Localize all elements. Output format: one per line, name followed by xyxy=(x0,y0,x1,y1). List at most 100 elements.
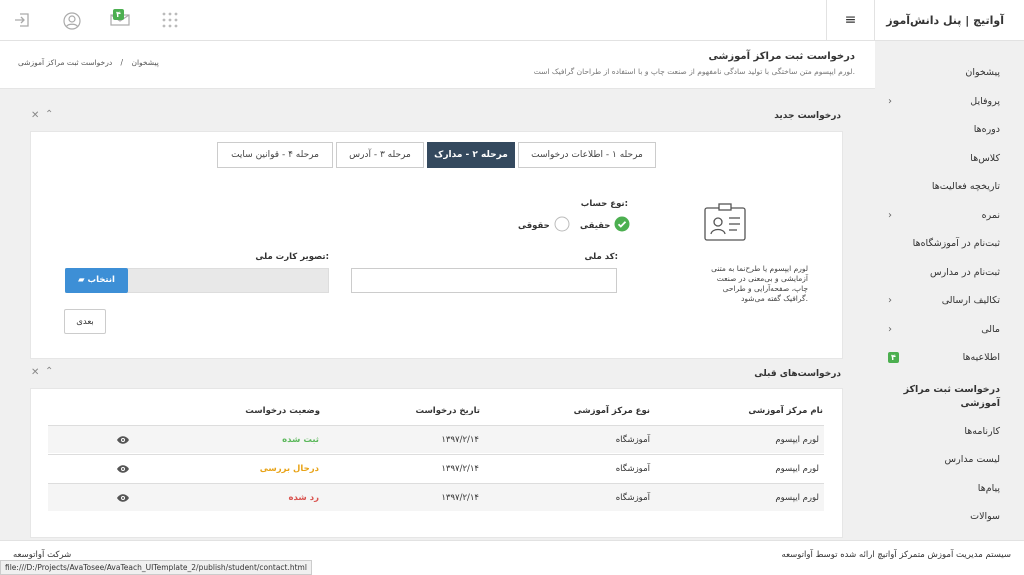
cell-date: ۱۳۹۷/۲/۱۴ xyxy=(441,493,479,503)
chevron-right-icon: › xyxy=(888,209,892,221)
sidebar-item[interactable]: تکالیف ارسالی › xyxy=(874,287,1024,316)
choose-file-button[interactable]: ▰ انتخاب xyxy=(65,268,128,293)
cell-status: رد شده xyxy=(288,493,319,503)
menu-toggle-button[interactable]: ≡ xyxy=(826,0,874,41)
sidebar-item-label: پیام‌ها xyxy=(977,482,1000,494)
cell-date: ۱۳۹۷/۲/۱۴ xyxy=(441,464,479,474)
sidebar-item[interactable]: اطلاعیه‌ها ۴ xyxy=(874,344,1024,373)
table-row: لورم ایپسوم آموزشگاه ۱۳۹۷/۲/۱۴ ثبت شده xyxy=(48,425,824,453)
new-request-title: درخواست جدید xyxy=(774,111,841,121)
choose-file-label: انتخاب xyxy=(87,275,115,285)
cell-status: ثبت شده xyxy=(282,435,319,445)
sidebar-item-label: اطلاعیه‌ها xyxy=(962,352,1000,363)
view-eye-icon[interactable] xyxy=(116,426,130,454)
notification-badge: ۴ xyxy=(888,352,899,363)
breadcrumb-home[interactable]: پیشخوان xyxy=(131,58,158,67)
radio-legal[interactable]: حقوقی xyxy=(518,216,570,235)
top-bar: ۴ ≡ آواتیچ | پنل دانش‌آموز xyxy=(0,0,1024,41)
step-tab-1[interactable]: مرحله ۱ - اطلاعات درخواست xyxy=(518,142,656,168)
sidebar-item[interactable]: ثبت‌نام در مدارس xyxy=(874,259,1024,288)
sidebar-item[interactable]: دوره‌ها xyxy=(874,116,1024,145)
sidebar-item-label: مالی xyxy=(981,323,1000,335)
national-code-label: کد ملی: xyxy=(584,252,618,262)
table-row: لورم ایپسوم آموزشگاه ۱۳۹۷/۲/۱۴ درحال بررسی xyxy=(48,454,824,482)
user-icon[interactable] xyxy=(63,12,81,30)
cell-type: آموزشگاه xyxy=(615,493,650,503)
sidebar-item-label: تکالیف ارسالی xyxy=(941,295,1000,306)
col-header-status: وضعیت درخواست xyxy=(245,406,320,416)
sidebar-item[interactable]: کلاس‌ها xyxy=(874,145,1024,174)
cell-name: لورم ایپسوم xyxy=(775,493,819,503)
col-header-date: تاریخ درخواست xyxy=(415,406,480,416)
sidebar-item-label: نمره xyxy=(981,209,1000,221)
account-type-label: نوع حساب: xyxy=(580,199,628,209)
radio-empty-icon xyxy=(554,216,570,235)
col-header-type: نوع مرکز آموزشی xyxy=(573,406,650,416)
sidebar-item-label: دوره‌ها xyxy=(973,124,1000,135)
step-tab-3[interactable]: مرحله ۳ - آدرس xyxy=(336,142,424,168)
sidebar-item[interactable]: سوالات xyxy=(874,503,1024,532)
sidebar-item[interactable]: نمره › xyxy=(874,202,1024,231)
sidebar-item-label: کارنامه‌ها xyxy=(964,425,1000,437)
sidebar-item-label: ثبت‌نام در آموزشگاه‌ها xyxy=(912,238,1000,249)
cell-type: آموزشگاه xyxy=(615,435,650,445)
cell-status: درحال بررسی xyxy=(259,464,319,474)
sidebar: پیشخوان پروفایل › دوره‌ها کلاس‌ها تاریخچه فعا… xyxy=(874,41,1024,551)
chevron-up-icon[interactable]: ⌃ xyxy=(45,109,53,120)
sidebar-item[interactable]: کارنامه‌ها xyxy=(874,418,1024,447)
view-eye-icon[interactable] xyxy=(116,484,130,512)
sidebar-item-label: تاریخچه فعالیت‌ها xyxy=(931,181,1000,192)
next-button[interactable]: بعدی xyxy=(64,309,106,334)
sidebar-item[interactable]: لیست مدارس xyxy=(874,446,1024,475)
sidebar-item[interactable]: تاریخچه فعالیت‌ها xyxy=(874,173,1024,202)
chevron-right-icon: › xyxy=(888,323,892,335)
sidebar-item-label: لیست مدارس xyxy=(944,454,1000,465)
step-tab-4[interactable]: مرحله ۴ - قوانین سایت xyxy=(217,142,333,168)
breadcrumb-current: درخواست ثبت مراکز آموزشی xyxy=(18,58,113,67)
sidebar-item[interactable]: مالی › xyxy=(874,316,1024,345)
sidebar-item-label: ثبت‌نام در مدارس xyxy=(929,266,1000,278)
national-code-input[interactable] xyxy=(351,268,617,293)
id-card-label: تصویر کارت ملی: xyxy=(255,252,329,262)
table-row: لورم ایپسوم آموزشگاه ۱۳۹۷/۲/۱۴ رد شده xyxy=(48,483,824,511)
page-title: درخواست ثبت مراکز آموزشی xyxy=(708,51,855,62)
status-bar-url: file:///D:/Projects/AvaTosee/AvaTeach_UI… xyxy=(0,560,312,575)
sidebar-item-label: درخواست ثبت مراکز آموزشی xyxy=(903,383,1000,409)
sidebar-item-label: پروفایل xyxy=(970,95,1000,107)
col-header-name: نام مرکز آموزشی xyxy=(748,406,823,416)
chevron-up-icon[interactable]: ⌃ xyxy=(45,366,53,377)
close-icon[interactable]: ✕ xyxy=(31,367,39,378)
cell-date: ۱۳۹۷/۲/۱۴ xyxy=(441,435,479,445)
breadcrumb: پیشخوان / درخواست ثبت مراکز آموزشی xyxy=(18,58,159,67)
sidebar-item[interactable]: پیام‌ها xyxy=(874,475,1024,504)
apps-grid-icon[interactable] xyxy=(162,12,180,30)
folder-open-icon: ▰ xyxy=(78,275,85,285)
cell-type: آموزشگاه xyxy=(615,464,650,474)
radio-real[interactable]: حقیقی xyxy=(580,216,630,235)
hamburger-icon: ≡ xyxy=(844,12,857,28)
info-text: لورم ایپسوم یا طرح‌نما به متنی آزمایشی و… xyxy=(711,264,808,303)
page-subtitle: لورم ایپسوم متن ساختگی با تولید سادگی نا… xyxy=(533,67,855,76)
radio-legal-label: حقوقی xyxy=(518,220,550,231)
footer-credit: سیستم مدیریت آموزش متمرکز آواتیچ ارائه ش… xyxy=(781,550,1011,560)
app-brand: آواتیچ | پنل دانش‌آموز xyxy=(874,0,1024,41)
cell-name: لورم ایپسوم xyxy=(775,435,819,445)
step-tab-2[interactable]: مرحله ۲ - مدارک xyxy=(427,142,515,168)
chevron-right-icon: › xyxy=(888,95,892,107)
sidebar-item-label: پیشخوان xyxy=(965,67,1000,78)
sidebar-item[interactable]: پروفایل › xyxy=(874,88,1024,117)
breadcrumb-separator: / xyxy=(120,58,124,67)
page-header: درخواست ثبت مراکز آموزشی لورم ایپسوم متن… xyxy=(0,41,875,89)
sidebar-item[interactable]: درخواست ثبت مراکز آموزشی xyxy=(874,373,1024,418)
sidebar-item[interactable]: پیشخوان xyxy=(874,59,1024,88)
check-circle-icon xyxy=(614,216,630,235)
logout-icon[interactable] xyxy=(14,12,32,30)
message-badge: ۴ xyxy=(113,9,124,20)
cell-name: لورم ایپسوم xyxy=(775,464,819,474)
chevron-right-icon: › xyxy=(888,295,892,306)
sidebar-item-label: سوالات xyxy=(970,511,1000,522)
sidebar-item-label: کلاس‌ها xyxy=(970,152,1000,164)
view-eye-icon[interactable] xyxy=(116,455,130,483)
sidebar-item[interactable]: ثبت‌نام در آموزشگاه‌ها xyxy=(874,230,1024,259)
close-icon[interactable]: ✕ xyxy=(31,110,39,121)
